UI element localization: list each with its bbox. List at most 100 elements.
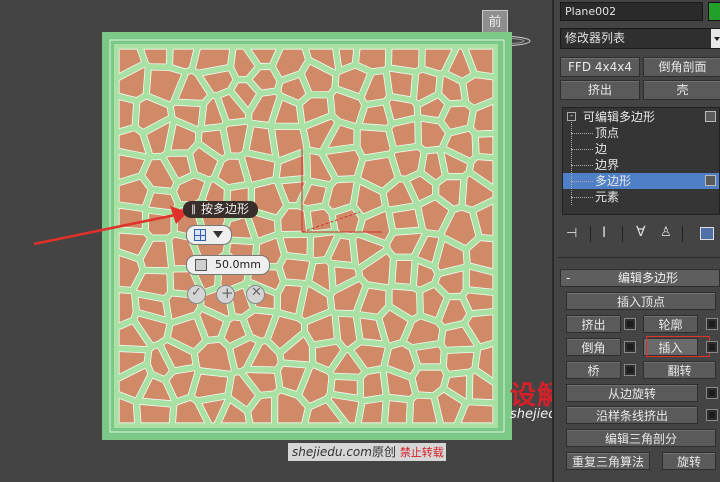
ffd-button[interactable]: FFD 4x4x4: [560, 57, 640, 77]
extrude-modifier-button-label: 挤出: [587, 83, 612, 97]
show-end-result-icon[interactable]: Ⅰ: [602, 225, 606, 241]
hinge-settings-button[interactable]: [706, 387, 718, 399]
remove-modifier-icon[interactable]: ♙: [660, 225, 672, 240]
edit-triangulation-label: 编辑三角剖分: [604, 432, 677, 446]
stack-item-editable-poly[interactable]: - 可编辑多边形: [563, 109, 719, 125]
dropdown-arrow-area: [711, 29, 720, 48]
bevel-label: 倒角: [581, 341, 606, 355]
tree-connector: [571, 197, 593, 198]
caddy-grip-icon: ‖: [191, 204, 196, 215]
mesh-cell[interactable]: [389, 70, 413, 98]
mesh-cell[interactable]: [394, 259, 413, 285]
insert-vertex-button[interactable]: 插入顶点: [566, 292, 716, 310]
stack-subobject-item[interactable]: 顶点: [563, 125, 719, 141]
check-icon: ✓: [191, 285, 202, 300]
turn-label: 旋转: [676, 455, 701, 469]
command-panel: Plane002 修改器列表 FFD 4x4x4 倒角剖面 挤出 壳 - 可编辑…: [552, 0, 720, 482]
mesh-cell[interactable]: [478, 136, 494, 155]
flip-button[interactable]: 翻转: [643, 361, 716, 379]
caddy-amount-field[interactable]: 50.0mm: [186, 255, 270, 275]
tree-connector: [571, 181, 593, 182]
outline-settings-button[interactable]: [706, 318, 718, 330]
extrude-along-spline-settings-button[interactable]: [706, 409, 718, 421]
chevron-down-icon: [213, 231, 223, 238]
extrude-settings-button[interactable]: [624, 318, 636, 330]
caddy-apply-button[interactable]: +: [216, 284, 235, 304]
modifier-list-label: 修改器列表: [565, 31, 626, 45]
viewport[interactable]: 前 ‖ 按多边形 50.0mm ✓ + ✕ shejiedu.com原创 禁止转…: [0, 0, 552, 482]
mesh-cell[interactable]: [362, 371, 384, 399]
tree-connector: [571, 149, 593, 150]
watermark: shejiedu.com原创 禁止转载: [288, 443, 446, 461]
amount-icon: [195, 259, 207, 271]
outline-button[interactable]: 轮廓: [643, 315, 698, 333]
mesh-cell[interactable]: [360, 400, 384, 424]
extrude-modifier-button[interactable]: 挤出: [560, 80, 640, 100]
stack-subobject-label: 多边形: [595, 174, 632, 188]
modifier-list-dropdown[interactable]: 修改器列表: [560, 28, 720, 49]
stack-subobject-item[interactable]: 边: [563, 141, 719, 157]
mesh-cell[interactable]: [415, 346, 442, 365]
outline-label: 轮廓: [658, 318, 683, 332]
mesh-cell[interactable]: [359, 129, 391, 156]
turn-button[interactable]: 旋转: [662, 452, 716, 470]
stack-subobject-item[interactable]: 边界: [563, 157, 719, 173]
extrude-along-spline-button[interactable]: 沿样条线挤出: [566, 406, 698, 424]
stack-root-toggle[interactable]: [705, 111, 716, 122]
inset-highlight-box: [646, 336, 710, 357]
make-unique-icon[interactable]: ∀: [636, 224, 646, 240]
stack-subobject-item[interactable]: 元素: [563, 189, 719, 205]
stack-item-toggle[interactable]: [705, 175, 716, 186]
bridge-label: 桥: [587, 364, 600, 378]
extrude-button[interactable]: 挤出: [566, 315, 621, 333]
bevel-button[interactable]: 倒角: [566, 338, 621, 356]
bridge-settings-button[interactable]: [624, 364, 636, 376]
stack-root-label: 可编辑多边形: [583, 110, 656, 124]
bridge-button[interactable]: 桥: [566, 361, 621, 379]
plus-icon: +: [221, 284, 234, 302]
edit-triangulation-button[interactable]: 编辑三角剖分: [566, 429, 716, 447]
extrude-label: 挤出: [581, 318, 606, 332]
toolbar-separator: [590, 226, 591, 242]
mesh-cell[interactable]: [445, 351, 475, 372]
logo-url-text: shejiedu.com: [510, 407, 552, 422]
object-color-swatch[interactable]: [708, 2, 720, 21]
mesh-cell[interactable]: [281, 258, 311, 281]
flip-label: 翻转: [667, 364, 692, 378]
mesh-cell[interactable]: [391, 48, 420, 70]
stack-subobject-item[interactable]: 多边形: [563, 173, 719, 189]
modifier-stack[interactable]: - 可编辑多边形 顶点边边界多边形元素: [562, 107, 720, 215]
mesh-cell[interactable]: [387, 400, 408, 424]
stack-subobject-label: 边界: [595, 158, 620, 172]
caddy-cancel-button[interactable]: ✕: [246, 285, 265, 304]
retriangulate-button[interactable]: 重复三角算法: [566, 452, 650, 470]
caddy-inset-type-dropdown[interactable]: [186, 225, 232, 245]
mesh-cell[interactable]: [118, 99, 134, 130]
bevel-profile-button[interactable]: 倒角剖面: [643, 57, 720, 77]
configure-sets-icon[interactable]: [700, 227, 714, 240]
rollout-collapse-symbol: -: [566, 271, 571, 285]
pin-stack-icon[interactable]: ⊣: [566, 226, 577, 241]
caddy-amount-value: 50.0mm: [215, 258, 261, 271]
stack-subobject-label: 元素: [595, 190, 620, 204]
watermark-original: 原创: [371, 445, 396, 459]
inset-settings-button[interactable]: [706, 341, 718, 353]
shell-button[interactable]: 壳: [643, 80, 720, 100]
bevel-settings-button[interactable]: [624, 341, 636, 353]
close-icon: ✕: [251, 285, 262, 300]
panel-divider: [558, 257, 720, 258]
object-name-field[interactable]: Plane002: [560, 2, 703, 21]
collapse-minus-icon: -: [567, 112, 576, 121]
tree-connector: [571, 165, 593, 166]
rollout-edit-polygons-header[interactable]: - 编辑多边形: [560, 269, 720, 287]
hinge-from-edge-button[interactable]: 从边旋转: [566, 384, 698, 402]
rollout-title: 编辑多边形: [618, 271, 679, 285]
caddy-ok-button[interactable]: ✓: [187, 285, 206, 304]
tree-vertical-connector: [571, 122, 572, 205]
mesh-cell[interactable]: [139, 404, 171, 424]
grid-icon: [194, 229, 206, 241]
caddy-title-bar: ‖ 按多边形: [183, 201, 258, 218]
mesh-cell[interactable]: [248, 126, 273, 156]
caddy-title: 按多边形: [201, 202, 250, 216]
mesh-cell[interactable]: [391, 208, 420, 230]
